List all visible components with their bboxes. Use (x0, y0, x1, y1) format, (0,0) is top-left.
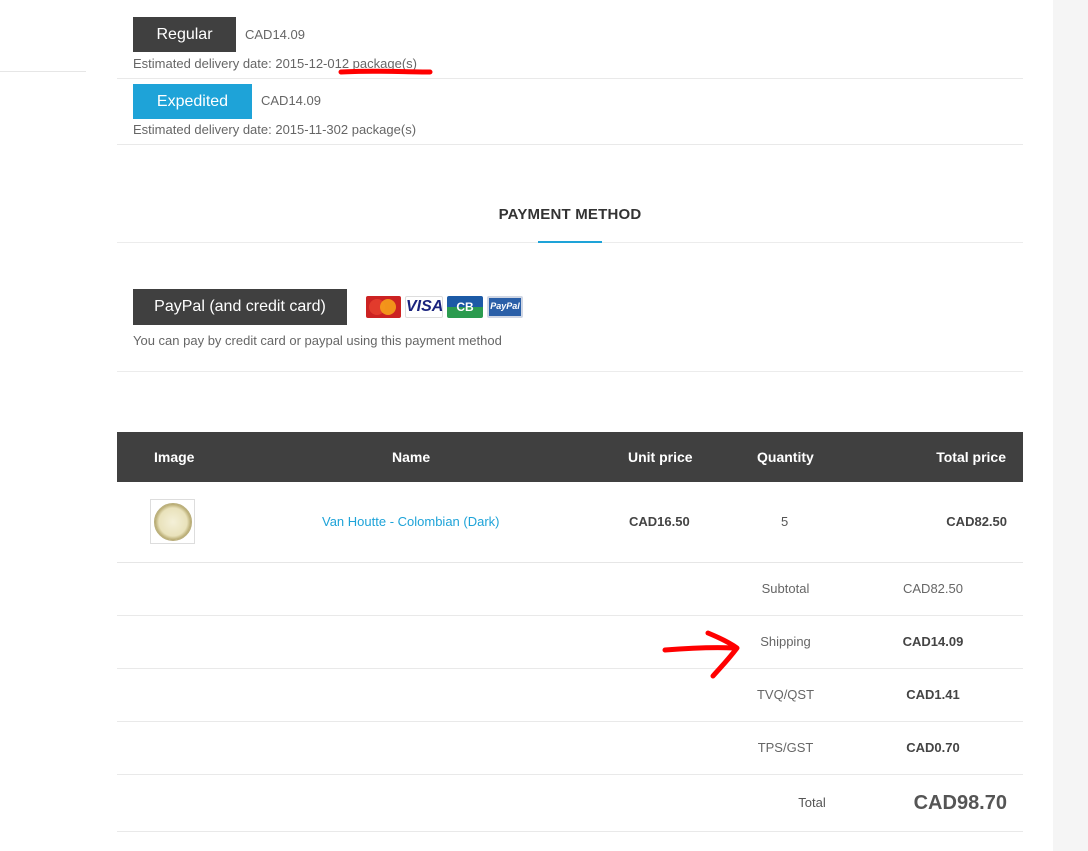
summary-row-shipping: Shipping CAD14.09 (117, 616, 1023, 669)
shipping-value: CAD14.09 (902, 634, 964, 649)
regular-shipping-estimate: Estimated delivery date: 2015-12-012 pac… (133, 56, 417, 71)
header-quantity: Quantity (757, 449, 814, 465)
shipping-option-expedited: Expedited CAD14.09 Estimated delivery da… (117, 78, 1023, 145)
payment-description: You can pay by credit card or paypal usi… (133, 333, 502, 348)
summary-row-tvq: TVQ/QST CAD1.41 (117, 669, 1023, 722)
tvq-value: CAD1.41 (906, 687, 960, 702)
header-total-price: Total price (936, 449, 1006, 465)
regular-shipping-price: CAD14.09 (245, 27, 305, 42)
expedited-shipping-price: CAD14.09 (261, 93, 321, 108)
mastercard-icon (366, 296, 401, 318)
shipping-label: Shipping (760, 634, 811, 649)
tps-value: CAD0.70 (906, 740, 960, 755)
coffee-logo-icon (153, 502, 192, 541)
payment-divider (117, 371, 1023, 372)
visa-icon: VISA (405, 296, 443, 318)
total-label: Total (798, 795, 826, 810)
total-value: CAD98.70 (913, 792, 1007, 814)
product-total-price: CAD82.50 (946, 514, 1007, 529)
product-unit-price: CAD16.50 (629, 514, 690, 529)
payment-heading-accent (538, 241, 602, 243)
card-logos: VISA CB PayPal (366, 296, 523, 318)
shipping-option-regular: Regular CAD14.09 Estimated delivery date… (117, 0, 1023, 79)
product-quantity: 5 (781, 514, 789, 529)
summary-row-tps: TPS/GST CAD0.70 (117, 722, 1023, 775)
right-gutter (1053, 0, 1088, 851)
paypal-payment-button[interactable]: PayPal (and credit card) (133, 289, 347, 325)
cart-table-header: Image Name Unit price Quantity Total pri… (117, 432, 1023, 482)
summary-row-total: Total CAD98.70 (117, 775, 1023, 832)
cb-icon: CB (447, 296, 483, 318)
tvq-label: TVQ/QST (756, 687, 815, 702)
expedited-shipping-button[interactable]: Expedited (133, 84, 252, 119)
summary-row-subtotal: Subtotal CAD82.50 (117, 563, 1023, 616)
header-image: Image (154, 449, 195, 465)
header-name: Name (392, 449, 431, 465)
left-divider (0, 71, 86, 72)
product-thumbnail[interactable] (150, 499, 195, 544)
paypal-icon: PayPal (487, 296, 523, 318)
table-row: Van Houtte - Colombian (Dark) CAD16.50 5… (117, 482, 1023, 563)
product-name-link[interactable]: Van Houtte - Colombian (Dark) (322, 482, 500, 562)
tps-label: TPS/GST (757, 740, 814, 755)
regular-shipping-button[interactable]: Regular (133, 17, 236, 52)
subtotal-value: CAD82.50 (903, 581, 963, 596)
subtotal-label: Subtotal (761, 581, 810, 596)
payment-method-heading: PAYMENT METHOD (498, 206, 642, 223)
header-unit-price: Unit price (628, 449, 693, 465)
cart-table: Image Name Unit price Quantity Total pri… (117, 432, 1023, 832)
expedited-shipping-estimate: Estimated delivery date: 2015-11-302 pac… (133, 122, 417, 137)
